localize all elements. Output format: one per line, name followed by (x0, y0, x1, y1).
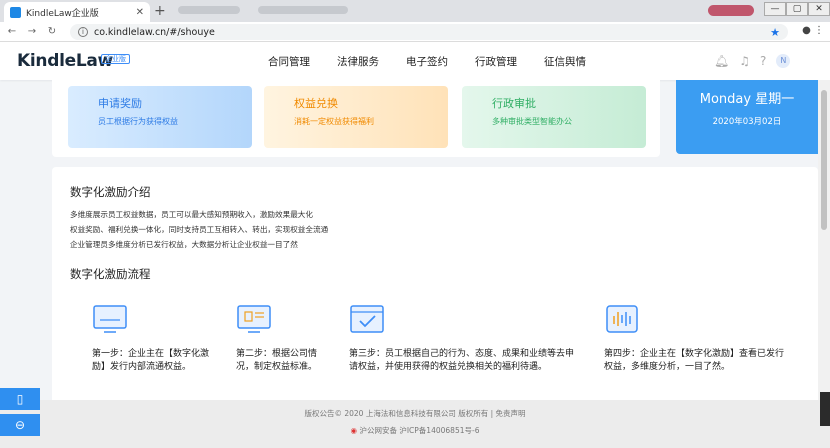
tab-close-icon[interactable]: ✕ (136, 7, 144, 18)
edition-badge: 企业版 (101, 54, 130, 64)
url-text: co.kindlelaw.cn/#/shouye (94, 26, 215, 38)
reload-icon[interactable]: ↻ (44, 26, 60, 37)
feature-title: 权益兑换 (294, 97, 338, 110)
new-tab-button[interactable]: + (154, 3, 166, 19)
feature-title: 申请奖励 (98, 97, 142, 110)
header-icons: 🔔︎ ♫ ? N (714, 54, 791, 68)
scrollbar-thumb[interactable] (821, 90, 827, 230)
blurred-tab[interactable] (258, 6, 348, 14)
nav-item-admin[interactable]: 行政管理 (475, 54, 517, 69)
footer: 版权公告© 2020 上海法和信息科技有限公司 版权所有 | 免责声明 ◉ 沪公… (0, 400, 830, 448)
nav-item-e-signing[interactable]: 电子签约 (406, 54, 448, 69)
copyright-text: 版权公告© 2020 上海法和信息科技有限公司 版权所有 | 免责声明 (304, 409, 526, 418)
feature-title: 行政审批 (492, 97, 536, 110)
process-step: 第三步：员工根据自己的行为、态度、成果和业绩等去申请权益，并使用获得的权益兑换相… (349, 304, 577, 374)
feature-subtitle: 员工根据行为获得权益 (98, 117, 178, 126)
step-text: 第一步：企业主在【数字化激励】发行内部流通权益。 (92, 349, 210, 372)
vertical-scrollbar[interactable] (818, 80, 830, 400)
address-bar[interactable]: i co.kindlelaw.cn/#/shouye ★ (70, 24, 788, 40)
feature-subtitle: 消耗一定权益获得福利 (294, 117, 374, 126)
back-icon[interactable]: ← (4, 26, 20, 37)
date-card: Monday 星期一 2020年03月02日 (676, 80, 818, 154)
minimize-button[interactable]: — (764, 2, 786, 16)
profile-pill[interactable] (708, 5, 754, 16)
main-nav: 合同管理 法律服务 电子签约 行政管理 征信舆情 (268, 54, 586, 69)
intro-line: 权益奖励、福利兑换一体化，同时支持员工互相转入、转出，实现权益全流通 (70, 225, 329, 234)
feature-card-exchange[interactable]: 权益兑换 消耗一定权益获得福利 (264, 86, 448, 148)
kindlelaw-favicon-icon (10, 6, 21, 18)
police-badge-icon: ◉ (350, 426, 358, 435)
process-title: 数字化激励流程 (70, 267, 151, 281)
intro-line: 多维度展示员工权益数据，员工可以最大感知预期收入，激励效果最大化 (70, 210, 313, 219)
logout-button[interactable]: ⊖ (0, 414, 40, 436)
weekday-label: Monday 星期一 (699, 92, 795, 107)
intro-section: 数字化激励介绍 多维度展示员工权益数据，员工可以最大感知预期收入，激励效果最大化… (52, 167, 818, 400)
feature-card-approval[interactable]: 行政审批 多种审批类型智能办公 (462, 86, 646, 148)
forward-icon[interactable]: → (24, 26, 40, 37)
process-step: 第四步：企业主在【数字化激励】查看已发行权益，多维度分析，一目了然。 (604, 304, 786, 374)
feature-card-reward[interactable]: 申请奖励 员工根据行为获得权益 (68, 86, 252, 148)
kindlelaw-logo[interactable]: KindleLaw (17, 51, 113, 71)
intro-paragraph: 多维度展示员工权益数据，员工可以最大感知预期收入，激励效果最大化 权益奖励、福利… (70, 207, 328, 252)
site-info-icon[interactable]: i (78, 27, 88, 37)
feature-cards: 申请奖励 员工根据行为获得权益 权益兑换 消耗一定权益获得福利 行政审批 多种审… (52, 80, 660, 157)
nav-item-credit[interactable]: 征信舆情 (544, 54, 586, 69)
checked-window-icon (350, 305, 384, 333)
browser-tab-strip: KindleLaw企业版 ✕ + — ▢ ✕ (0, 0, 830, 22)
bookmark-star-icon[interactable]: ★ (770, 26, 780, 39)
tab-title: KindleLaw企业版 (26, 8, 99, 19)
date-label: 2020年03月02日 (712, 117, 782, 127)
icp-label: 沪公网安备 沪ICP备14006851号-6 (359, 426, 480, 435)
intro-line: 企业管理员多维度分析已发行权益，大数据分析让企业权益一目了然 (70, 240, 298, 249)
avatar[interactable]: N (776, 54, 791, 68)
process-step: 第一步：企业主在【数字化激励】发行内部流通权益。 (92, 304, 216, 374)
app-header: KindleLaw 企业版 合同管理 法律服务 电子签约 行政管理 征信舆情 🔔… (0, 42, 830, 80)
help-icon[interactable]: ? (760, 54, 766, 68)
close-window-button[interactable]: ✕ (808, 2, 830, 16)
feature-subtitle: 多种审批类型智能办公 (492, 117, 572, 126)
icp-text: ◉ 沪公网安备 沪ICP备14006851号-6 (0, 425, 830, 436)
blurred-tab[interactable] (178, 6, 240, 14)
process-step: 第二步：根据公司情况，制定权益标准。 (236, 304, 330, 374)
headset-icon[interactable]: ♫ (739, 54, 750, 68)
main-content: 申请奖励 员工根据行为获得权益 权益兑换 消耗一定权益获得福利 行政审批 多种审… (0, 80, 818, 400)
step-text: 第三步：员工根据自己的行为、态度、成果和业绩等去申请权益，并使用获得的权益兑换相… (349, 349, 575, 372)
monitor-icon (93, 305, 127, 333)
nav-item-legal-services[interactable]: 法律服务 (337, 54, 379, 69)
bell-icon[interactable]: 🔔︎ (714, 54, 729, 68)
panel-icon: ▯ (16, 392, 24, 406)
nav-item-contracts[interactable]: 合同管理 (268, 54, 310, 69)
account-and-menu-icons[interactable]: ● ⋮ (802, 25, 824, 36)
browser-toolbar: ← → ↻ i co.kindlelaw.cn/#/shouye ★ ● ⋮ (0, 22, 830, 42)
settings-screen-icon (237, 305, 271, 333)
maximize-button[interactable]: ▢ (786, 2, 808, 16)
step-text: 第二步：根据公司情况，制定权益标准。 (236, 349, 318, 372)
edge-handle[interactable] (820, 392, 830, 426)
browser-tab[interactable]: KindleLaw企业版 ✕ (4, 2, 150, 22)
intro-title: 数字化激励介绍 (70, 185, 151, 199)
analytics-icon (606, 305, 638, 333)
logout-icon: ⊖ (14, 418, 26, 432)
step-text: 第四步：企业主在【数字化激励】查看已发行权益，多维度分析，一目了然。 (604, 349, 785, 372)
sidebar-toggle-button[interactable]: ▯ (0, 388, 40, 410)
